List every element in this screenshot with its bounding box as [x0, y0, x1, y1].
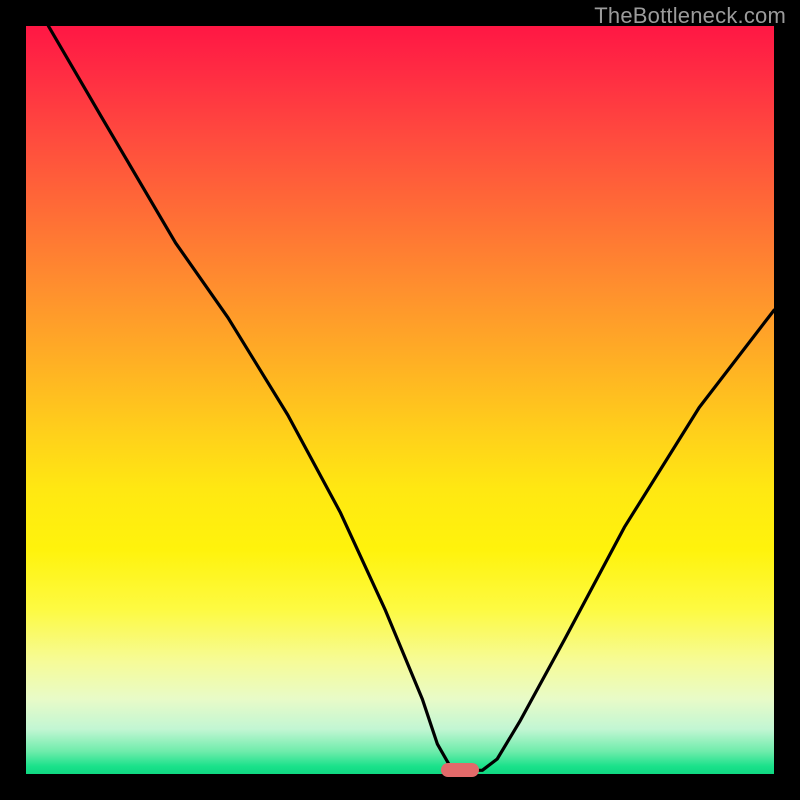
bottleneck-curve — [26, 26, 774, 774]
optimum-marker — [441, 763, 478, 777]
plot-area — [26, 26, 774, 774]
chart-container: TheBottleneck.com — [0, 0, 800, 800]
